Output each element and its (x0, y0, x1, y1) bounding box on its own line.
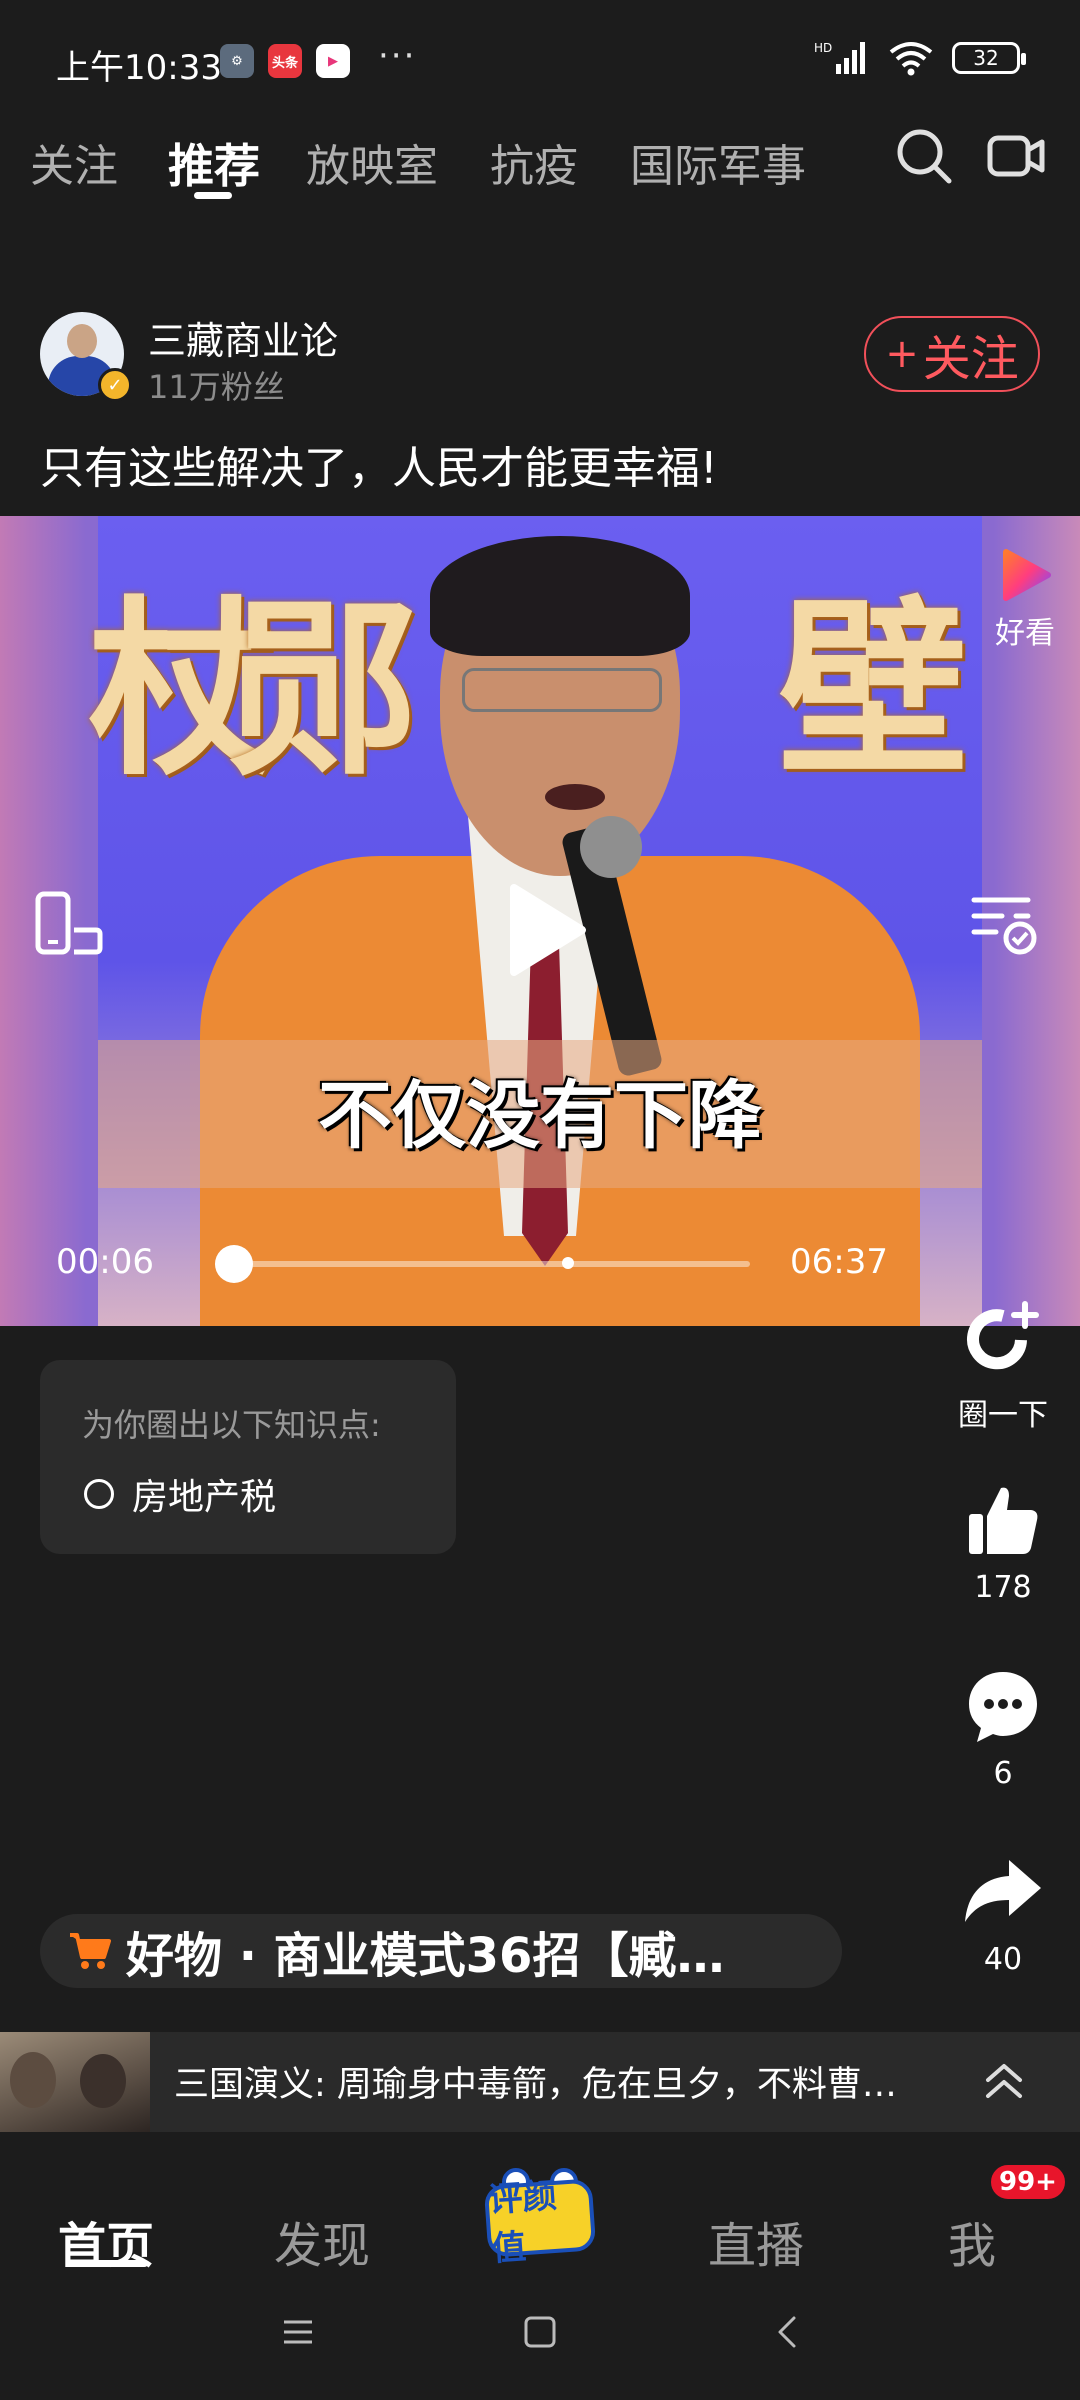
toutiao-icon: 头条 (268, 44, 302, 78)
circle-plus-icon (967, 1301, 1039, 1370)
knowledge-item[interactable]: 房地产税 (84, 1468, 276, 1520)
share-count: 40 (983, 1942, 1023, 1977)
rotate-screen-icon[interactable] (34, 890, 104, 960)
author-name[interactable]: 三藏商业论 (148, 310, 338, 365)
next-video-bar[interactable]: 三国演义: 周瑜身中毒箭，危在旦夕，不料曹… (0, 2032, 1080, 2132)
tab-cinema[interactable]: 放映室 (306, 130, 438, 194)
haokan-label: 好看 (995, 616, 1055, 651)
rate-looks-logo[interactable]: 评颜值 (480, 2160, 600, 2270)
author-fans: 11万粉丝 (148, 368, 285, 406)
shopping-cart-icon (70, 1933, 111, 1969)
top-tab-bar: 关注 推荐 放映室 抗疫 国际军事 (0, 120, 1080, 210)
menu-icon[interactable] (280, 2314, 316, 2350)
progress-knob[interactable] (214, 1245, 253, 1283)
nav-active-indicator (66, 2260, 148, 2267)
follow-button[interactable]: + 关注 (864, 316, 1040, 392)
notification-icons: ⚙ 头条 ▶ (220, 44, 350, 78)
comment-icon (969, 1672, 1037, 1742)
notification-badge: 99+ (988, 2162, 1068, 2202)
rate-looks-label: 评颜值 (483, 2176, 597, 2269)
circle-action[interactable]: 圈一下 (928, 1300, 1078, 1434)
haokan-logo[interactable]: 好看 (990, 546, 1060, 652)
video-player[interactable]: 杖 郧 壁 不仅没有下降 好看 00:06 06:37 (0, 516, 1080, 1326)
tab-antiepidemic[interactable]: 抗疫 (490, 130, 578, 194)
circle-icon (84, 1479, 114, 1509)
home-square-icon[interactable] (522, 2314, 558, 2350)
signal-label: HD (814, 41, 832, 55)
share-action[interactable]: 40 (928, 1852, 1078, 1977)
playlist-check-icon[interactable] (968, 888, 1038, 958)
progress-marker (562, 1257, 574, 1269)
tab-recommend[interactable]: 推荐 (168, 130, 260, 196)
current-time: 00:06 (56, 1242, 154, 1282)
thumbs-up-icon (969, 1487, 1038, 1554)
haokan-icon: ▶ (316, 44, 350, 78)
status-time: 上午10:33 (56, 48, 222, 88)
battery-indicator: 32 (952, 42, 1026, 74)
nav-me[interactable]: 我 (948, 2206, 996, 2276)
play-icon[interactable] (500, 880, 590, 980)
video-camera-icon[interactable] (986, 126, 1046, 186)
comment-count: 6 (993, 1756, 1013, 1791)
status-right: HD 32 (814, 40, 1026, 76)
haokan-play-icon (1003, 549, 1051, 601)
settings-icon: ⚙ (220, 44, 254, 78)
share-arrow-icon (965, 1860, 1041, 1922)
back-icon[interactable] (770, 2314, 806, 2350)
tab-follow[interactable]: 关注 (30, 130, 118, 194)
author-row: ✓ 三藏商业论 11万粉丝 + 关注 (40, 310, 1040, 406)
bottom-nav: 首页 发现 评颜值 直播 我 99+ (0, 2132, 1080, 2282)
circle-label: 圈一下 (958, 1398, 1048, 1433)
nav-live[interactable]: 直播 (708, 2206, 804, 2276)
comment-action[interactable]: 6 (928, 1666, 1078, 1791)
next-video-title: 三国演义: 周瑜身中毒箭，危在旦夕，不料曹… (174, 2065, 897, 2105)
verified-badge-icon: ✓ (98, 368, 132, 402)
product-text: 好物 · 商业模式36招【臧… (126, 1928, 725, 1984)
nav-discover[interactable]: 发现 (274, 2206, 370, 2276)
total-time: 06:37 (790, 1242, 888, 1282)
double-chevron-up-icon[interactable] (976, 2050, 1032, 2114)
knowledge-item-label: 房地产税 (132, 1477, 277, 1518)
search-icon[interactable] (894, 126, 954, 186)
follow-label: 关注 (922, 331, 1019, 387)
product-pill[interactable]: 好物 · 商业模式36招【臧… (40, 1914, 842, 1988)
video-subtitle: 不仅没有下降 (318, 1073, 762, 1159)
active-tab-indicator (194, 192, 232, 199)
next-video-thumbnail (0, 2032, 150, 2132)
signal-icon: HD (814, 41, 865, 74)
progress-bar[interactable] (214, 1245, 750, 1283)
plus-icon: + (885, 331, 919, 377)
system-nav-bar (0, 2282, 1080, 2400)
knowledge-card: 为你圈出以下知识点: 房地产税 (40, 1360, 456, 1554)
status-bar: 上午10:33 ⚙ 头条 ▶ ··· HD 32 (0, 0, 1080, 110)
knowledge-header: 为你圈出以下知识点: (82, 1406, 381, 1444)
post-title[interactable]: 只有这些解决了，人民才能更幸福! (40, 432, 718, 496)
like-count: 178 (974, 1570, 1032, 1605)
like-action[interactable]: 178 (928, 1480, 1078, 1605)
more-notifications-icon: ··· (378, 36, 417, 76)
wifi-icon (889, 42, 933, 76)
tab-military[interactable]: 国际军事 (630, 130, 806, 194)
